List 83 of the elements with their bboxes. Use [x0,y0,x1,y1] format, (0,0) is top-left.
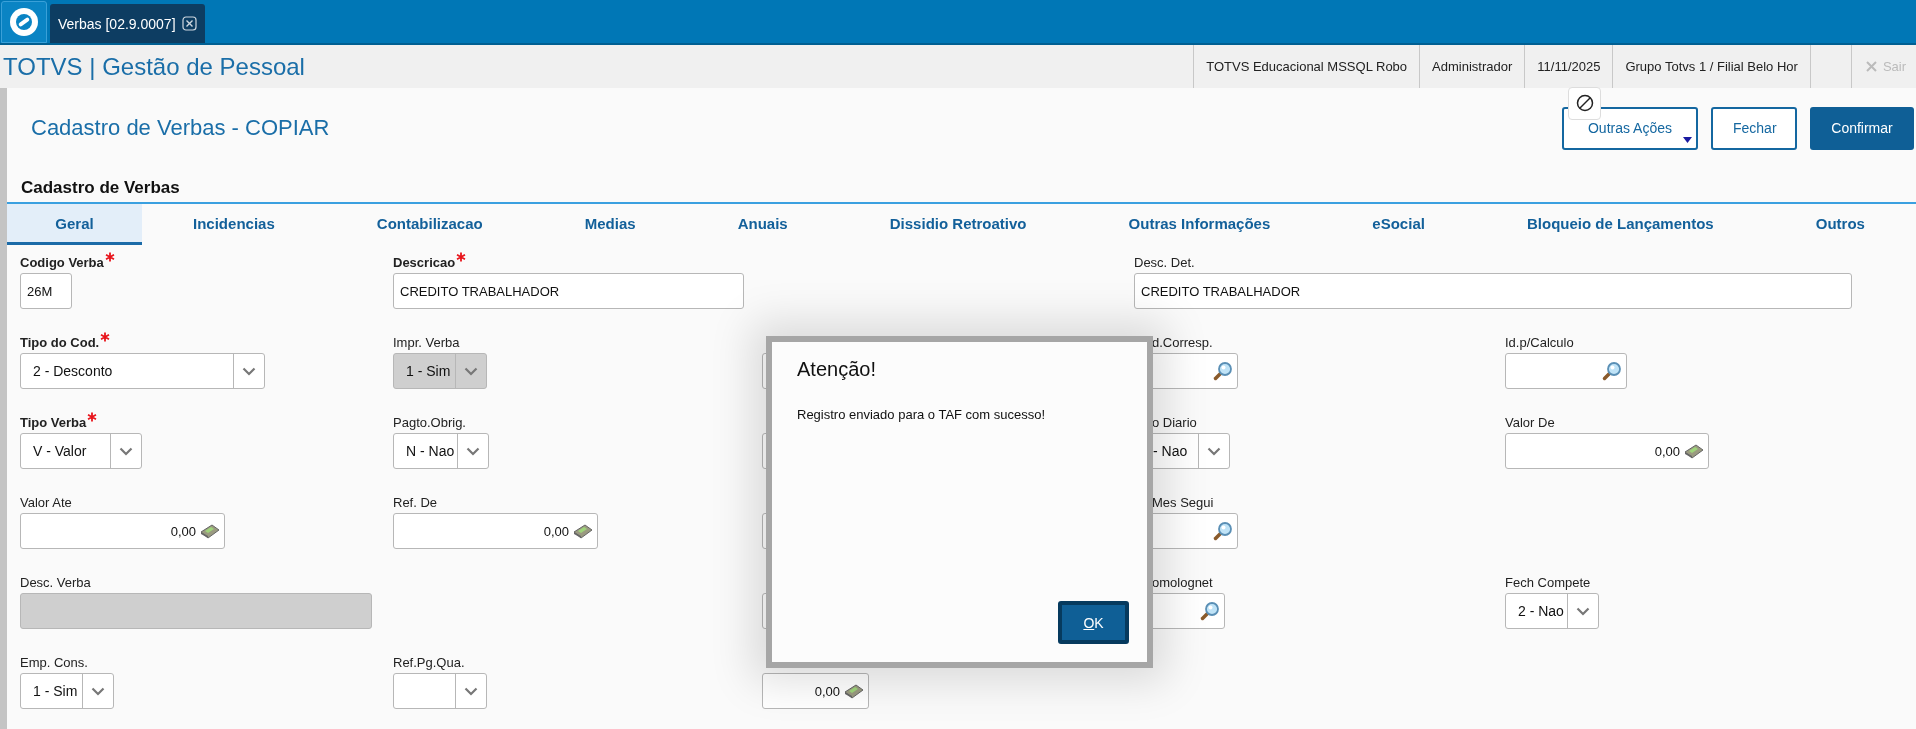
close-button[interactable]: Fechar [1711,106,1797,150]
dropdown[interactable]: 2 - Desconto [20,353,265,389]
header-info: Grupo Totvs 1 / Filial Belo Hor [1612,45,1810,88]
input-field[interactable]: 0,00 [393,513,598,549]
input-field[interactable]: 0,00 [762,673,869,709]
calculator-icon [1684,443,1704,459]
field-label: Desc. Verba [20,575,91,590]
field-label: o Diario [1152,415,1197,430]
field-label: omolognet [1152,575,1213,590]
tab[interactable]: Anuais [686,204,839,245]
calculator-icon [573,523,593,539]
tab[interactable]: Incidencias [142,204,326,245]
field-label: Tipo Verba [20,415,87,430]
tab[interactable]: Medias [533,204,687,245]
chevron-down-icon [91,686,105,696]
chevron-down-icon [464,686,478,696]
input-field[interactable]: 0,00 [1505,433,1709,469]
dropdown[interactable] [393,673,487,709]
tab[interactable]: Contabilizacao [325,204,534,245]
magnifier-icon [1213,521,1233,541]
required-icon [87,412,98,422]
tab[interactable]: Outros [1764,204,1916,245]
chevron-down-icon [119,446,133,456]
dropdown[interactable]: 2 - Nao [1505,593,1599,629]
window-tab-label: Verbas [02.9.0007] [58,15,176,32]
field-label: Tipo do Cod. [20,335,100,350]
chevron-down-icon [466,446,480,456]
field-label: Codigo Verba [20,255,104,270]
chevron-down-icon [242,366,256,376]
tab[interactable]: Bloqueio de Lançamentos [1475,204,1765,245]
input-field[interactable]: CREDITO TRABALHADOR [393,273,744,309]
header-info: TOTVS Educacional MSSQL Robo [1193,45,1420,88]
magnifier-icon [1200,601,1220,621]
actions-menu-button[interactable]: Outras Ações [1562,106,1698,150]
required-icon [104,252,115,262]
page-title: Cadastro de Verbas - COPIAR [31,115,330,141]
chevron-down-icon [1576,606,1590,616]
field-label: Mes Segui [1152,495,1214,510]
close-icon [181,16,197,31]
ok-button[interactable]: OK [1058,601,1129,644]
field-label: Valor De [1505,415,1555,430]
chevron-down-icon [464,366,478,376]
dialog-title: Atenção! [797,358,877,381]
input-field[interactable]: 26M [20,273,72,309]
input-field[interactable]: 0,00 [20,513,225,549]
field-label: Ref.Pg.Qua. [393,655,465,670]
field-label: Emp. Cons. [20,655,88,670]
field-label: Descricao [393,255,456,270]
field-label: Id.p/Calculo [1505,335,1574,350]
logo-icon [9,7,39,37]
field-label: Pagto.Obrig. [393,415,466,430]
confirm-button[interactable]: Confirmar [1810,106,1914,150]
field-label: d.Corresp. [1152,335,1213,350]
tab[interactable]: Dissidio Retroativo [838,204,1078,245]
tab[interactable]: eSocial [1321,204,1476,245]
section-title: Cadastro de Verbas [7,178,1916,204]
required-icon [456,252,467,262]
dropdown[interactable]: 1 - Sim [20,673,114,709]
tab[interactable]: Outras Informações [1077,204,1322,245]
chevron-down-icon [1207,446,1221,456]
dropdown[interactable]: N - Nao [393,433,489,469]
dialog-message: Registro enviado para o TAF com sucesso! [797,407,1047,422]
magnifier-icon [1602,361,1622,381]
field-label: Ref. De [393,495,438,510]
tab[interactable]: Geral [7,204,142,245]
lookup-field[interactable] [1505,353,1627,389]
close-icon [1865,61,1877,72]
app-title: TOTVS | Gestão de Pessoal [2,52,305,81]
required-icon [100,332,111,342]
field-label: Fech Compete [1505,575,1591,590]
field-label: Valor Ate [20,495,72,510]
window-tab[interactable]: Verbas [02.9.0007] [50,4,205,43]
field-label: Impr. Verba [393,335,460,350]
home-button[interactable] [1,1,47,43]
field-label: Desc. Det. [1134,255,1195,270]
dropdown[interactable]: V - Valor [20,433,142,469]
caret-icon [1683,136,1692,143]
magnifier-icon [1213,361,1233,381]
header-info: Administrador [1419,45,1525,88]
input-field[interactable]: CREDITO TRABALHADOR [1134,273,1852,309]
prohibited-icon [1575,94,1594,112]
calculator-icon [844,683,864,699]
calculator-icon [200,523,220,539]
